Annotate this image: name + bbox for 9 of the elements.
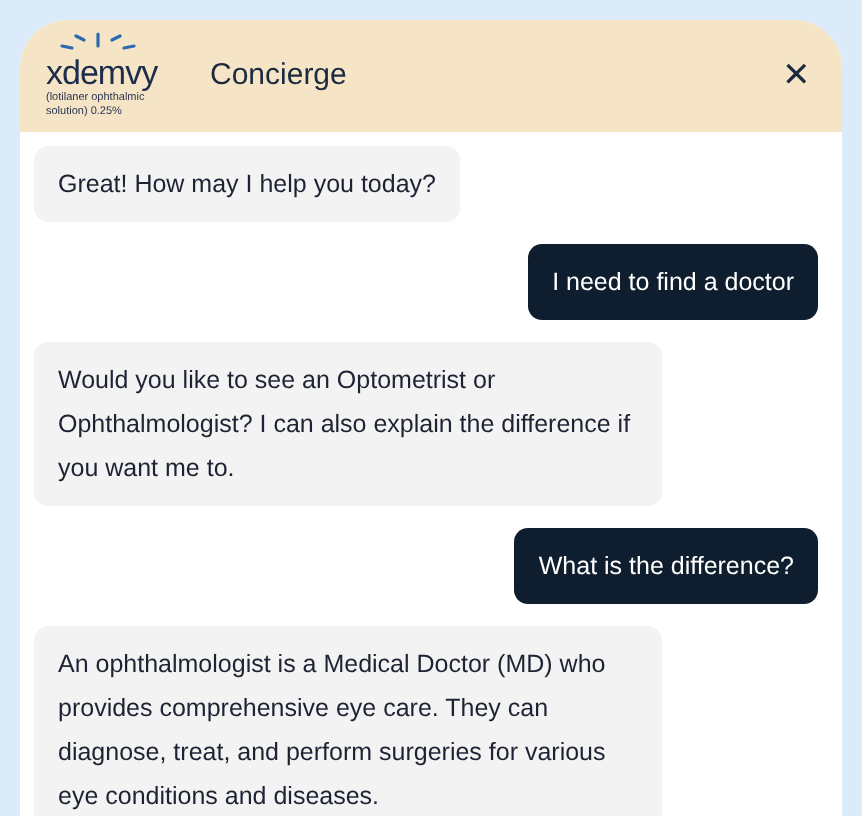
user-message: What is the difference? xyxy=(514,528,818,604)
logo-wordmark: xdemvy xyxy=(46,54,158,92)
chat-title: Concierge xyxy=(210,55,349,96)
close-button[interactable]: ✕ xyxy=(778,50,814,102)
bot-message: Great! How may I help you today? xyxy=(34,146,460,222)
bot-message: Would you like to see an Optometrist or Ophthalmologist? I can also explain the difference if you want me to. xyxy=(34,342,662,506)
user-message: I need to find a doctor xyxy=(528,244,818,320)
bot-message: An ophthalmologist is a Medical Doctor (MD) who provides comprehensive eye care. They can diagnose, treat, and perform surgeries for various eye conditions and diseases. xyxy=(34,626,662,816)
sunburst-icon xyxy=(58,32,138,54)
